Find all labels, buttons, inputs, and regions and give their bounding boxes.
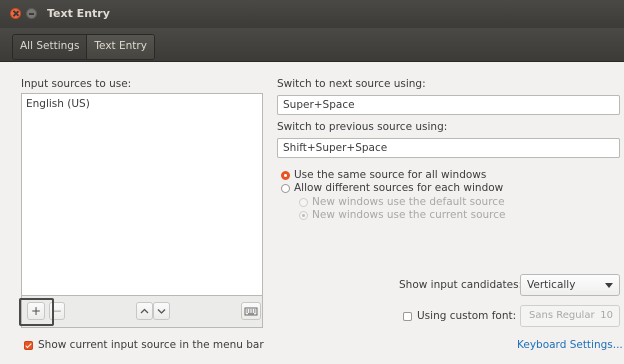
radio-different-sources[interactable]: Allow different sources for each window [281,182,503,194]
breadcrumb: All Settings Text Entry [12,34,155,60]
show-indicator-checkbox[interactable]: Show current input source in the menu ba… [24,339,264,351]
radio-same-label: Use the same source for all windows [294,169,487,181]
radio-indicator [281,170,290,180]
keyboard-icon [244,307,258,316]
candidates-dropdown[interactable]: Vertically [520,274,620,296]
remove-source-button[interactable]: − [49,302,65,320]
radio-indicator [299,197,308,207]
candidates-label: Show input candidates: [399,279,523,291]
chevron-down-icon [157,309,166,314]
checkbox-indicator [403,311,412,321]
radio-default-label: New windows use the default source [312,196,505,208]
keyboard-settings-link[interactable]: Keyboard Settings... [517,339,623,351]
font-chooser-button: Sans Regular 10 [520,305,620,327]
radio-indicator [299,210,308,220]
show-indicator-label: Show current input source in the menu ba… [38,339,264,351]
dropdown-arrow-icon [605,283,613,288]
font-size: 10 [600,310,613,321]
prev-source-label: Switch to previous source using: [277,121,448,133]
radio-current-source: New windows use the current source [299,209,505,221]
close-icon[interactable] [10,8,21,19]
input-sources-list[interactable]: English (US) [21,93,263,296]
window-title: Text Entry [47,7,110,20]
next-source-label: Switch to next source using: [277,78,426,90]
text-entry-crumb[interactable]: Text Entry [86,35,154,59]
move-up-button[interactable] [136,302,153,320]
radio-default-source: New windows use the default source [299,196,505,208]
minimize-icon[interactable] [26,8,37,19]
custom-font-label: Using custom font: [417,310,517,322]
radio-same-source[interactable]: Use the same source for all windows [281,169,486,181]
move-down-button[interactable] [153,302,170,320]
custom-font-checkbox[interactable]: Using custom font: [403,310,516,322]
header-toolbar: All Settings Text Entry [0,28,624,62]
radio-indicator [281,183,290,193]
next-source-shortcut-field[interactable]: Super+Space [277,95,620,115]
keyboard-layout-button[interactable] [241,302,261,320]
font-name: Sans Regular [529,310,595,321]
candidates-value: Vertically [527,279,576,291]
add-source-button[interactable]: + [27,302,45,320]
all-settings-button[interactable]: All Settings [13,35,86,59]
list-toolbar: + − [21,296,263,328]
input-sources-heading: Input sources to use: [21,78,132,90]
checkbox-indicator [24,340,33,350]
prev-source-shortcut-field[interactable]: Shift+Super+Space [277,138,620,158]
title-bar: Text Entry [0,0,624,28]
radio-current-label: New windows use the current source [312,209,506,221]
radio-different-label: Allow different sources for each window [294,182,504,194]
list-item[interactable]: English (US) [26,98,90,110]
chevron-up-icon [140,308,149,314]
